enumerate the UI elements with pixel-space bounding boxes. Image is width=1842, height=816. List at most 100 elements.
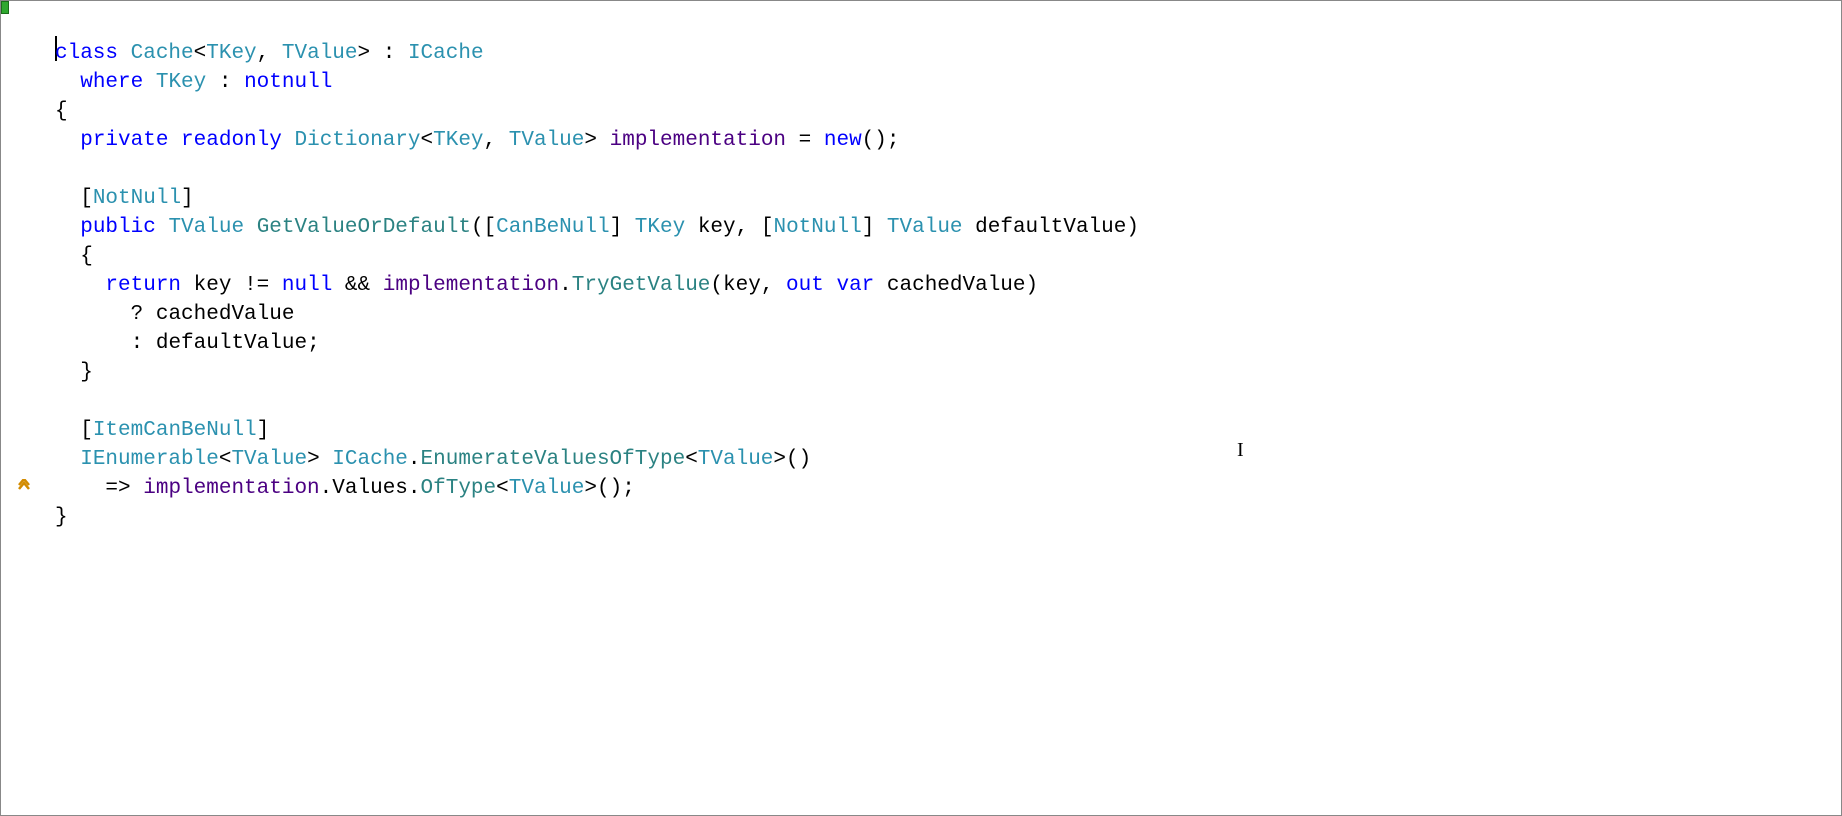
type-param: TValue [698, 448, 774, 471]
brace: } [55, 506, 68, 529]
keyword-class: class [55, 42, 118, 65]
code-line[interactable]: return key != null && implementation.Try… [55, 271, 1815, 300]
field-name: implementation [383, 274, 559, 297]
type-param: TValue [231, 448, 307, 471]
space [874, 274, 887, 297]
space [156, 216, 169, 239]
punct: [ [761, 216, 774, 239]
brace: } [80, 361, 93, 384]
code-line[interactable]: public TValue GetValueOrDefault([CanBeNu… [55, 213, 1815, 242]
punct: [ [80, 419, 93, 442]
space [773, 274, 786, 297]
space [168, 129, 181, 152]
punct: ) [1026, 274, 1039, 297]
punct: < [421, 129, 434, 152]
punct: < [194, 42, 207, 65]
space [143, 71, 156, 94]
blank-line[interactable] [55, 387, 1815, 416]
code-line[interactable]: IEnumerable<TValue> ICache.EnumerateValu… [55, 445, 1815, 474]
interface-name: ICache [408, 42, 484, 65]
identifier: key [194, 274, 232, 297]
brace: { [55, 100, 68, 123]
identifier: defaultValue [156, 332, 307, 355]
space [963, 216, 976, 239]
code-line[interactable]: : defaultValue; [55, 329, 1815, 358]
method-name: EnumerateValuesOfType [421, 448, 686, 471]
punct: > [773, 448, 786, 471]
punct: < [219, 448, 232, 471]
punct: (); [597, 477, 635, 500]
code-editor[interactable]: class Cache<TKey, TValue> : ICache where… [0, 0, 1842, 816]
code-line[interactable]: { [55, 242, 1815, 271]
field-name: implementation [610, 129, 786, 152]
gutter [1, 1, 41, 815]
code-line[interactable]: } [55, 503, 1815, 532]
type-name: Cache [131, 42, 194, 65]
type-param: TValue [509, 477, 585, 500]
keyword-var: var [836, 274, 874, 297]
code-line[interactable]: where TKey : notnull [55, 68, 1815, 97]
code-line[interactable]: ? cachedValue [55, 300, 1815, 329]
code-line[interactable]: [ItemCanBeNull] [55, 416, 1815, 445]
keyword-notnull: notnull [244, 71, 332, 94]
punct: ; [307, 332, 320, 355]
punct: : [370, 42, 408, 65]
punct: > [307, 448, 320, 471]
space [597, 129, 610, 152]
blank-line[interactable] [55, 155, 1815, 184]
method-name: OfType [421, 477, 497, 500]
code-line[interactable]: => implementation.Values.OfType<TValue>(… [55, 474, 1815, 503]
code-line[interactable]: [NotNull] [55, 184, 1815, 213]
chevron-up-icon[interactable] [17, 475, 31, 504]
keyword-public: public [80, 216, 156, 239]
attribute-name: ItemCanBeNull [93, 419, 257, 442]
type-param: TKey [433, 129, 483, 152]
method-name: GetValueOrDefault [257, 216, 471, 239]
punct: > [584, 129, 597, 152]
punct: () [786, 448, 811, 471]
punct: ] [610, 216, 623, 239]
op: != [231, 274, 281, 297]
space [622, 216, 635, 239]
space [244, 216, 257, 239]
type-param: TKey [206, 42, 256, 65]
punct: ( [471, 216, 484, 239]
space [685, 216, 698, 239]
punct: , [736, 216, 749, 239]
space [496, 129, 509, 152]
keyword-private: private [80, 129, 168, 152]
punct: : [206, 71, 244, 94]
code-line[interactable]: class Cache<TKey, TValue> : ICache [55, 39, 1815, 68]
punct: > [358, 42, 371, 65]
type-param: TKey [156, 71, 206, 94]
punct: ( [710, 274, 723, 297]
op: ? [131, 303, 156, 326]
code-line[interactable]: { [55, 97, 1815, 126]
code-content[interactable]: class Cache<TKey, TValue> : ICache where… [55, 39, 1815, 532]
punct: . [408, 477, 421, 500]
identifier: cachedValue [887, 274, 1026, 297]
type-param: TKey [635, 216, 685, 239]
identifier: key [723, 274, 761, 297]
type-name: Dictionary [294, 129, 420, 152]
op: && [332, 274, 382, 297]
field-name: implementation [143, 477, 319, 500]
punct: , [484, 129, 497, 152]
type-param: TValue [168, 216, 244, 239]
keyword-readonly: readonly [181, 129, 282, 152]
punct: ) [1126, 216, 1139, 239]
punct: ] [862, 216, 875, 239]
method-name: TryGetValue [572, 274, 711, 297]
property-name: Values [332, 477, 408, 500]
param-name: key [698, 216, 736, 239]
code-line[interactable]: } [55, 358, 1815, 387]
ibeam-cursor-icon: I [1237, 436, 1244, 465]
punct: , [761, 274, 774, 297]
attribute-name: NotNull [773, 216, 861, 239]
space [824, 274, 837, 297]
space [282, 129, 295, 152]
punct: . [320, 477, 333, 500]
attribute-name: NotNull [93, 187, 181, 210]
keyword-out: out [786, 274, 824, 297]
code-line[interactable]: private readonly Dictionary<TKey, TValue… [55, 126, 1815, 155]
